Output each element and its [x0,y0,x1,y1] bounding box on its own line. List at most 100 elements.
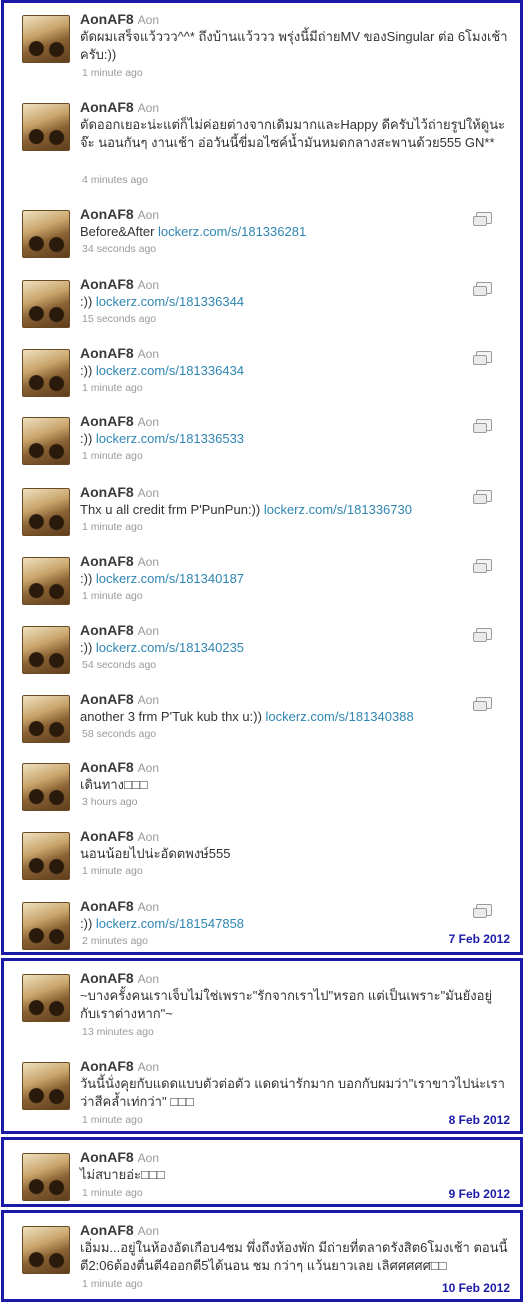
username[interactable]: AonAF8 [80,553,134,569]
display-name: Aon [137,830,160,844]
tweet-text: :)) lockerz.com/s/181336344 [80,294,245,309]
timestamp[interactable]: 2 minutes ago [82,935,148,947]
avatar[interactable] [22,488,70,536]
display-name: Aon [137,972,160,986]
tweet-text: another 3 frm P'Tuk kub thx u:)) lockerz… [80,709,414,724]
username[interactable]: AonAF8 [80,484,134,500]
day-panel-10-feb: AonAF8 Aon เอิ่มม...อยู่ในห้องอัดเกือบ4ชม… [1,1210,523,1302]
tweet-text: ตัดออกเยอะน่ะแต่ก็ไม่ค่อยต่างจากเดิมมากแ… [80,117,506,150]
username[interactable]: AonAF8 [80,828,134,844]
tweet-link[interactable]: lockerz.com/s/181336533 [96,431,244,446]
media-preview-icon[interactable] [473,559,492,573]
timestamp[interactable]: 1 minute ago [82,1278,143,1290]
avatar[interactable] [22,557,70,605]
username[interactable]: AonAF8 [80,898,134,914]
avatar[interactable] [22,1153,70,1201]
avatar[interactable] [22,626,70,674]
tweet-link[interactable]: lockerz.com/s/181336730 [264,502,412,517]
display-name: Aon [137,761,160,775]
tweet-link[interactable]: lockerz.com/s/181340235 [96,640,244,655]
username[interactable]: AonAF8 [80,99,134,115]
timestamp[interactable]: 1 minute ago [82,1187,143,1199]
username[interactable]: AonAF8 [80,1149,134,1165]
timestamp[interactable]: 34 seconds ago [82,243,156,255]
media-preview-icon[interactable] [473,628,492,642]
tweet-text: :)) lockerz.com/s/181340235 [80,640,245,655]
username[interactable]: AonAF8 [80,759,134,775]
username[interactable]: AonAF8 [80,1058,134,1074]
timestamp[interactable]: 1 minute ago [82,450,143,462]
tweet-link[interactable]: lockerz.com/s/181336344 [96,294,244,309]
timestamp[interactable]: 4 minutes ago [82,174,148,186]
tweet-link[interactable]: lockerz.com/s/181547858 [96,916,244,931]
tweet-text: :)) lockerz.com/s/181547858 [80,916,245,931]
timestamp[interactable]: 58 seconds ago [82,728,156,740]
avatar[interactable] [22,15,70,63]
tweet-text: :)) lockerz.com/s/181340187 [80,571,245,586]
avatar[interactable] [22,763,70,811]
timestamp[interactable]: 1 minute ago [82,865,143,877]
avatar[interactable] [22,974,70,1022]
tweet-text: :)) lockerz.com/s/181336533 [80,431,245,446]
display-name: Aon [137,555,160,569]
date-stamp: 8 Feb 2012 [448,1113,510,1127]
avatar[interactable] [22,902,70,950]
avatar[interactable] [22,210,70,258]
date-stamp: 10 Feb 2012 [441,1281,510,1295]
username[interactable]: AonAF8 [80,622,134,638]
media-preview-icon[interactable] [473,490,492,504]
avatar[interactable] [22,417,70,465]
username[interactable]: AonAF8 [80,11,134,27]
timestamp[interactable]: 15 seconds ago [82,313,156,325]
media-preview-icon[interactable] [473,282,492,296]
username[interactable]: AonAF8 [80,691,134,707]
timestamp[interactable]: 13 minutes ago [82,1026,154,1038]
media-preview-icon[interactable] [473,904,492,918]
timestamp[interactable]: 54 seconds ago [82,659,156,671]
display-name: Aon [137,13,160,27]
tweet-link[interactable]: lockerz.com/s/181336281 [158,224,306,239]
avatar[interactable] [22,280,70,328]
avatar[interactable] [22,695,70,743]
tweet-text: Thx u all credit frm P'PunPun:)) lockerz… [80,502,412,517]
media-preview-icon[interactable] [473,419,492,433]
username[interactable]: AonAF8 [80,206,134,222]
timestamp[interactable]: 1 minute ago [82,590,143,602]
media-preview-icon[interactable] [473,697,492,711]
username[interactable]: AonAF8 [80,970,134,986]
username[interactable]: AonAF8 [80,1222,134,1238]
media-preview-icon[interactable] [473,351,492,365]
tweet-text: :)) lockerz.com/s/181336434 [80,363,245,378]
avatar[interactable] [22,832,70,880]
display-name: Aon [137,1060,160,1074]
tweet-text: ไม่สบายอ่ะ□□□ [80,1167,165,1182]
day-panel-8-feb: AonAF8 Aon ~บางครั้งคนเราเจ็บไม่ใช่เพราะ"… [1,958,523,1134]
timestamp[interactable]: 3 hours ago [82,796,137,808]
username[interactable]: AonAF8 [80,413,134,429]
timestamp[interactable]: 1 minute ago [82,1114,143,1126]
tweet-link[interactable]: lockerz.com/s/181340187 [96,571,244,586]
date-stamp: 9 Feb 2012 [448,1187,510,1201]
avatar[interactable] [22,349,70,397]
tweet-text: เอิ่มม...อยู่ในห้องอัดเกือบ4ชม พึ่งถึงห้… [80,1240,508,1273]
media-preview-icon[interactable] [473,212,492,226]
avatar[interactable] [22,1062,70,1110]
display-name: Aon [137,900,160,914]
avatar[interactable] [22,103,70,151]
tweet-link[interactable]: lockerz.com/s/181340388 [266,709,414,724]
username[interactable]: AonAF8 [80,345,134,361]
timestamp[interactable]: 1 minute ago [82,521,143,533]
timestamp[interactable]: 1 minute ago [82,67,143,79]
display-name: Aon [137,347,160,361]
timestamp[interactable]: 1 minute ago [82,382,143,394]
display-name: Aon [137,1151,160,1165]
tweet-link[interactable]: lockerz.com/s/181336434 [96,363,244,378]
avatar[interactable] [22,1226,70,1274]
tweet-text: Before&After lockerz.com/s/181336281 [80,224,307,239]
tweet-text: ~บางครั้งคนเราเจ็บไม่ใช่เพราะ"รักจากเราไ… [80,988,493,1021]
username[interactable]: AonAF8 [80,276,134,292]
display-name: Aon [137,486,160,500]
display-name: Aon [137,1224,160,1238]
display-name: Aon [137,101,160,115]
day-panel-7-feb: AonAF8 Aon ตัดผมเสร็จแว้ววว^^* ถึงบ้านแว้… [1,0,523,955]
